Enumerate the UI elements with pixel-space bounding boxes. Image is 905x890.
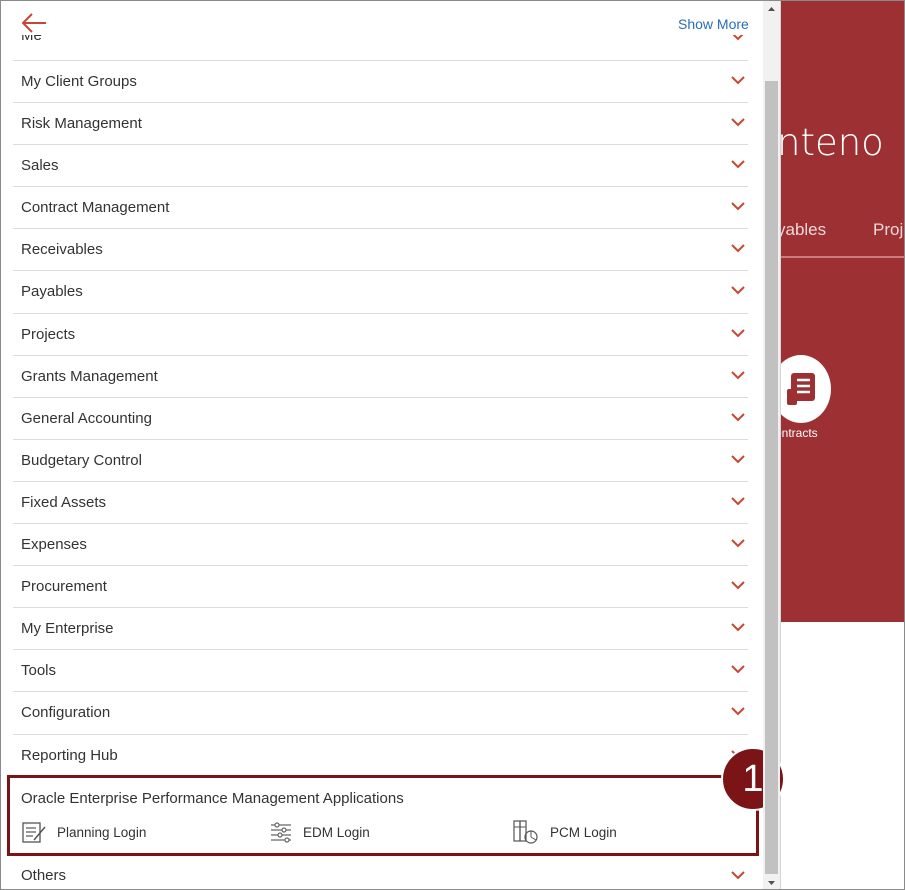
nav-item[interactable]: My Client Groups (13, 61, 748, 104)
nav-item[interactable]: Tools (13, 650, 748, 693)
show-more-link[interactable]: Show More (678, 16, 749, 32)
nav-item-label: My Client Groups (21, 73, 137, 90)
nav-item-label: Risk Management (21, 115, 142, 133)
scrollbar-thumb[interactable] (765, 81, 778, 874)
chevron-down-icon (731, 665, 745, 674)
planning-login-label: Planning Login (57, 824, 147, 840)
nav-item-label: Reporting Hub (21, 746, 118, 764)
nav-item-others[interactable]: Others (13, 859, 748, 889)
pcm-icon (513, 820, 538, 844)
nav-item-others-label: Others (21, 867, 67, 884)
chevron-down-icon (731, 118, 745, 127)
back-arrow-icon (21, 13, 46, 33)
nav-item[interactable]: Procurement (13, 566, 748, 609)
nav-item[interactable]: Configuration (13, 692, 748, 735)
nav-item-partial[interactable]: Me (13, 35, 748, 61)
nav-item-label: Projects (21, 325, 76, 343)
edm-login-label: EDM Login (303, 824, 370, 840)
background-tab-divider (777, 256, 904, 258)
pcm-login-link[interactable]: PCM Login (512, 819, 617, 845)
background-title: nteno (777, 121, 884, 164)
nav-item[interactable]: My Enterprise (13, 608, 748, 651)
nav-item[interactable]: Projects (13, 314, 748, 356)
chevron-down-icon (731, 871, 745, 880)
chevron-down-icon (731, 328, 745, 337)
chevron-down-icon (731, 413, 745, 422)
nav-item[interactable]: Budgetary Control (13, 440, 748, 482)
chevron-down-icon (731, 160, 745, 169)
sliders-icon (271, 822, 291, 843)
screenshot-frame: nteno yables Proje ontracts (0, 0, 905, 890)
nav-item[interactable]: Sales (13, 145, 748, 188)
chevron-down-icon (731, 202, 745, 211)
caret-up-icon (768, 7, 775, 11)
chevron-down-icon (731, 244, 745, 253)
nav-item-label: Sales (21, 157, 59, 175)
background-banner: nteno yables Proje ontracts (771, 1, 904, 622)
nav-item[interactable]: Expenses (13, 524, 748, 567)
chevron-down-icon (731, 707, 745, 716)
nav-item-label: Grants Management (21, 367, 158, 385)
nav-item[interactable]: Risk Management (13, 103, 748, 146)
nav-item-label: Tools (21, 662, 57, 680)
nav-item-label: Receivables (21, 241, 103, 259)
vertical-scrollbar[interactable] (763, 1, 780, 889)
chevron-down-icon (731, 497, 745, 506)
contracts-tile-label: ontracts (775, 426, 818, 440)
nav-item[interactable]: Payables (13, 271, 748, 314)
edm-login-link[interactable]: EDM Login (269, 819, 370, 845)
nav-item[interactable]: Fixed Assets (13, 482, 748, 525)
nav-item[interactable]: Grants Management (13, 356, 748, 398)
epm-group-title: Oracle Enterprise Performance Management… (21, 790, 404, 807)
nav-item-label: Contract Management (21, 199, 170, 217)
scroll-down-button[interactable] (763, 874, 780, 889)
nav-item-label: Payables (21, 283, 83, 301)
pcm-login-label: PCM Login (550, 824, 617, 840)
nav-item[interactable]: General Accounting (13, 398, 748, 440)
nav-item-label: Configuration (21, 704, 111, 722)
nav-item[interactable]: Reporting Hub (13, 735, 748, 777)
nav-item-label: Procurement (21, 578, 107, 596)
navigator-panel: Show More Me My Client Groups Risk Manage… (1, 1, 785, 889)
navigator-list: My Client Groups Risk Management Sales Cont… (13, 61, 748, 777)
epm-applications-group: Oracle Enterprise Performance Management… (7, 775, 759, 856)
document-edit-icon (22, 822, 46, 843)
chevron-down-icon (731, 539, 745, 548)
nav-item-label: Fixed Assets (21, 493, 107, 511)
chevron-down-icon (731, 455, 745, 464)
background-tab-projects[interactable]: Proje (873, 220, 904, 240)
chevron-down-icon (731, 286, 745, 295)
scroll-up-button[interactable] (763, 1, 780, 18)
chevron-down-icon (732, 35, 744, 41)
nav-item[interactable]: Contract Management (13, 187, 748, 230)
chevron-down-icon (731, 581, 745, 590)
chevron-down-icon (731, 76, 745, 85)
chevron-down-icon (731, 623, 745, 632)
nav-item-label: Budgetary Control (21, 451, 142, 469)
nav-item-label: General Accounting (21, 409, 152, 427)
caret-down-icon (768, 881, 775, 885)
planning-login-link[interactable]: Planning Login (21, 819, 146, 845)
back-button[interactable] (19, 11, 49, 35)
chevron-down-icon (731, 370, 745, 380)
background-app: nteno yables Proje ontracts (771, 1, 904, 889)
nav-item-label: Expenses (21, 536, 87, 554)
nav-item[interactable]: Receivables (13, 229, 748, 272)
nav-item-label: My Enterprise (21, 620, 114, 638)
nav-item-partial-label: Me (21, 35, 42, 44)
background-tab-payables[interactable]: yables (777, 220, 826, 240)
